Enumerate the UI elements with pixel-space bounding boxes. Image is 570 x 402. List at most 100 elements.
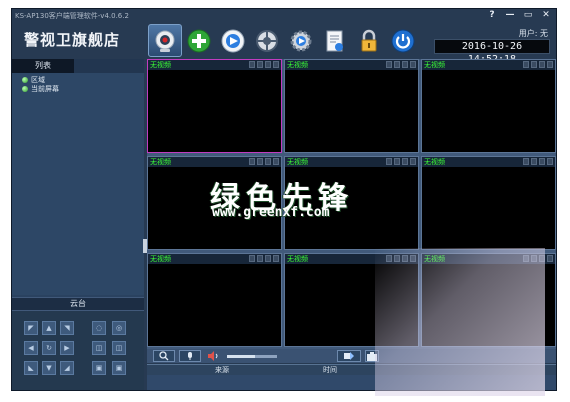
ptz-control-button[interactable] xyxy=(250,24,284,57)
log-table-body xyxy=(147,375,556,390)
switch-stream-button[interactable] xyxy=(337,350,361,362)
power-button[interactable] xyxy=(386,24,420,57)
video-cell[interactable]: 无视频 xyxy=(421,253,556,347)
ptz-left-button[interactable]: ◀ xyxy=(24,341,38,355)
log-button[interactable] xyxy=(318,24,352,57)
video-cell-status: 无视频 xyxy=(424,61,445,69)
snapshot-icon[interactable] xyxy=(394,255,400,262)
snapshot-icon[interactable] xyxy=(257,158,263,165)
ptz-up-left-button[interactable]: ◤ xyxy=(24,321,38,335)
focus-near-button[interactable]: ◫ xyxy=(92,341,106,355)
snapshot-icon[interactable] xyxy=(394,158,400,165)
panel-tab-bar: 列表 xyxy=(12,59,144,73)
record-icon[interactable] xyxy=(249,255,255,262)
settings-button[interactable] xyxy=(284,24,318,57)
close-icon[interactable] xyxy=(410,255,416,262)
close-icon[interactable] xyxy=(547,255,553,262)
video-cell-titlebar: 无视频 xyxy=(148,157,281,167)
record-icon[interactable] xyxy=(249,61,255,68)
video-cell-status: 无视频 xyxy=(424,255,445,263)
close-icon[interactable] xyxy=(410,61,416,68)
record-icon[interactable] xyxy=(386,255,392,262)
camera-icon xyxy=(155,30,175,52)
focus-far-button[interactable]: ◫ xyxy=(112,341,126,355)
video-cell-actions xyxy=(523,158,553,165)
audio-icon[interactable] xyxy=(265,61,271,68)
record-icon[interactable] xyxy=(523,255,529,262)
left-panel: 列表 区域 当前屏幕 云台 ◤ ▲ ◥ ◀ ↻ ▶ ◣ ▼ ◢ ◌ ◎ ◫ ◫ … xyxy=(12,59,144,390)
snapshot-button[interactable] xyxy=(365,350,379,362)
mic-button[interactable] xyxy=(179,350,201,362)
video-cell[interactable]: 无视频 xyxy=(284,59,419,153)
video-cell-titlebar: 无视频 xyxy=(285,157,418,167)
video-cell-actions xyxy=(386,255,416,262)
record-icon[interactable] xyxy=(249,158,255,165)
close-icon[interactable] xyxy=(273,255,279,262)
close-icon[interactable] xyxy=(410,158,416,165)
snapshot-icon[interactable] xyxy=(531,158,537,165)
zoom-button[interactable] xyxy=(153,350,175,362)
watermark-url: www.greenxf.com xyxy=(212,205,330,220)
switch-icon xyxy=(344,352,354,360)
iris-close-button[interactable]: ▣ xyxy=(92,361,106,375)
record-icon[interactable] xyxy=(386,61,392,68)
record-icon[interactable] xyxy=(523,61,529,68)
volume-slider-fill xyxy=(227,355,255,358)
close-icon[interactable] xyxy=(547,158,553,165)
ptz-auto-button[interactable]: ↻ xyxy=(42,341,56,355)
close-icon[interactable] xyxy=(273,158,279,165)
snapshot-icon[interactable] xyxy=(394,61,400,68)
minimize-button[interactable]: — xyxy=(504,10,516,20)
snapshot-icon[interactable] xyxy=(257,61,263,68)
video-cell[interactable]: 无视频 xyxy=(147,253,282,347)
tab-list[interactable]: 列表 xyxy=(12,59,74,73)
ptz-up-right-button[interactable]: ◥ xyxy=(60,321,74,335)
add-device-icon xyxy=(187,29,211,52)
record-icon[interactable] xyxy=(523,158,529,165)
close-icon[interactable] xyxy=(547,61,553,68)
audio-icon[interactable] xyxy=(402,158,408,165)
volume-slider[interactable] xyxy=(227,355,277,358)
video-cell-actions xyxy=(523,61,553,68)
ptz-right-button[interactable]: ▶ xyxy=(60,341,74,355)
tree-item-current-screen[interactable]: 当前屏幕 xyxy=(22,84,59,93)
snapshot-icon[interactable] xyxy=(531,61,537,68)
snapshot-icon[interactable] xyxy=(531,255,537,262)
audio-icon[interactable] xyxy=(265,255,271,262)
close-icon[interactable] xyxy=(273,61,279,68)
ptz-direction-pad: ◤ ▲ ◥ ◀ ↻ ▶ ◣ ▼ ◢ xyxy=(24,321,74,379)
device-tree-items: 区域 当前屏幕 xyxy=(22,75,59,93)
iris-open-button[interactable]: ▣ xyxy=(112,361,126,375)
video-cell-status: 无视频 xyxy=(287,158,308,166)
maximize-button[interactable]: ▭ xyxy=(522,10,534,20)
video-cell[interactable]: 无视频 xyxy=(284,253,419,347)
ptz-up-button[interactable]: ▲ xyxy=(42,321,56,335)
log-document-icon xyxy=(326,30,343,51)
help-button[interactable]: ? xyxy=(486,10,498,20)
tree-item-label: 当前屏幕 xyxy=(31,84,59,93)
video-cell[interactable]: 无视频 xyxy=(421,156,556,250)
close-button[interactable]: ✕ xyxy=(540,10,552,20)
playback-button[interactable] xyxy=(216,24,250,57)
audio-icon[interactable] xyxy=(402,61,408,68)
lock-button[interactable] xyxy=(352,24,386,57)
zoom-out-button[interactable]: ◌ xyxy=(92,321,106,335)
add-device-button[interactable] xyxy=(182,24,216,57)
video-cell[interactable]: 无视频 xyxy=(147,59,282,153)
audio-icon[interactable] xyxy=(265,158,271,165)
record-icon[interactable] xyxy=(386,158,392,165)
video-cell-titlebar: 无视频 xyxy=(285,254,418,264)
ptz-down-right-button[interactable]: ◢ xyxy=(60,361,74,375)
ptz-panel: ◤ ▲ ◥ ◀ ↻ ▶ ◣ ▼ ◢ ◌ ◎ ◫ ◫ ▣ ▣ xyxy=(12,311,144,390)
audio-icon[interactable] xyxy=(539,158,545,165)
zoom-in-button[interactable]: ◎ xyxy=(112,321,126,335)
snapshot-icon[interactable] xyxy=(257,255,263,262)
audio-icon[interactable] xyxy=(402,255,408,262)
volume-button[interactable] xyxy=(207,350,221,362)
camera-button[interactable] xyxy=(148,24,182,57)
video-cell[interactable]: 无视频 xyxy=(421,59,556,153)
audio-icon[interactable] xyxy=(539,61,545,68)
ptz-down-button[interactable]: ▼ xyxy=(42,361,56,375)
audio-icon[interactable] xyxy=(539,255,545,262)
ptz-down-left-button[interactable]: ◣ xyxy=(24,361,38,375)
